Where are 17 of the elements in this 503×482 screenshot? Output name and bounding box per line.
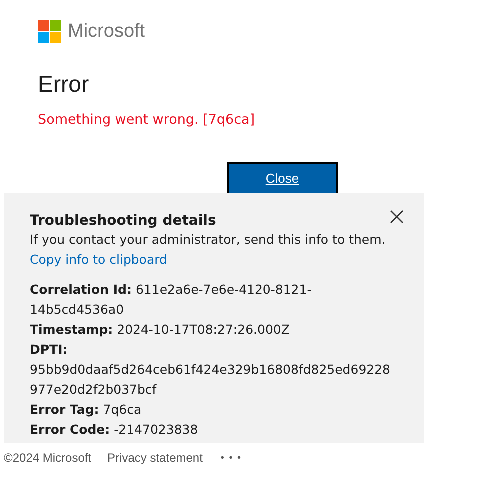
detail-row-text: Error Code: -2147023838 xyxy=(30,421,200,439)
detail-row-text: DPTI: 95bb9d0daaf5d264ceb61f424e329b16808fd825ed69228977e20d2f2b037bcf xyxy=(30,341,392,399)
close-button[interactable]: Close xyxy=(227,162,338,193)
troubleshooting-description: If you contact your administrator, send this info to them. xyxy=(30,232,387,247)
troubleshooting-title: Troubleshooting details xyxy=(30,213,218,229)
detail-row-text: Correlation Id: 611e2a6e-7e6e-4120-8121-14b5cd4536a0 xyxy=(30,281,313,319)
error-heading: Error xyxy=(38,71,90,98)
copyright-text: ©2024 Microsoft xyxy=(4,451,92,465)
close-icon[interactable] xyxy=(390,210,404,224)
privacy-link[interactable]: Privacy statement xyxy=(108,451,203,465)
error-message: Something went wrong. [7q6ca] xyxy=(38,112,256,128)
copy-link[interactable]: Copy info to clipboard xyxy=(30,252,168,267)
microsoft-logo-icon xyxy=(38,20,61,43)
detail-row-text: Timestamp: 2024-10-17T08:27:26.000Z xyxy=(30,321,291,339)
more-button[interactable]: • • • xyxy=(220,452,242,464)
detail-row-text: Error Tag: 7q6ca xyxy=(30,401,143,419)
brand-name: Microsoft xyxy=(68,20,146,42)
